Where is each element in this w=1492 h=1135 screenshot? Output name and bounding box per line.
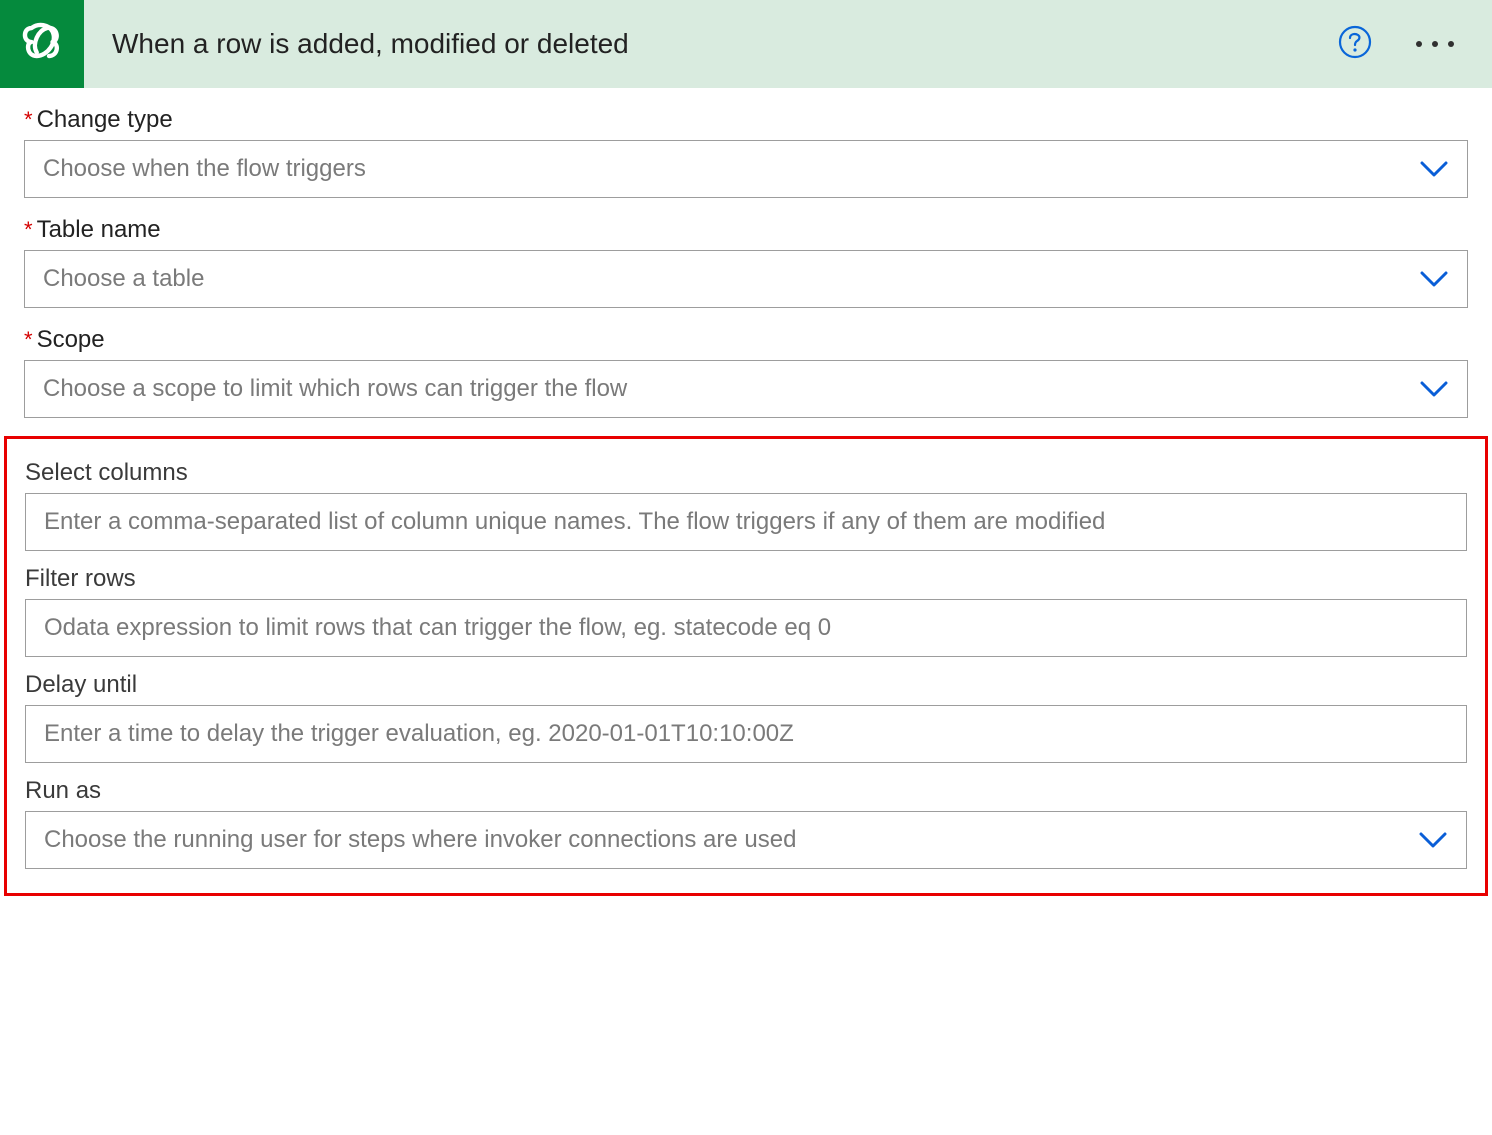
run-as-select[interactable]: Choose the running user for steps where … <box>25 811 1467 869</box>
delay-until-input[interactable]: Enter a time to delay the trigger evalua… <box>25 705 1467 763</box>
table-name-select[interactable]: Choose a table <box>24 250 1468 308</box>
more-dot-icon <box>1432 41 1438 47</box>
required-star-icon: * <box>24 327 33 353</box>
select-columns-label: Select columns <box>25 459 188 487</box>
field-label: * Table name <box>24 216 1468 244</box>
form-body: * Change type Choose when the flow trigg… <box>0 88 1492 896</box>
help-icon <box>1338 25 1372 64</box>
field-select-columns: Select columns Enter a comma-separated l… <box>25 445 1467 551</box>
scope-placeholder: Choose a scope to limit which rows can t… <box>43 375 1419 403</box>
chevron-down-icon <box>1419 154 1449 184</box>
highlighted-optional-section: Select columns Enter a comma-separated l… <box>4 436 1488 896</box>
delay-until-placeholder: Enter a time to delay the trigger evalua… <box>44 720 1448 748</box>
trigger-title: When a row is added, modified or deleted <box>84 28 1338 60</box>
more-dot-icon <box>1448 41 1454 47</box>
select-columns-placeholder: Enter a comma-separated list of column u… <box>44 508 1448 536</box>
change-type-placeholder: Choose when the flow triggers <box>43 155 1419 183</box>
field-delay-until: Delay until Enter a time to delay the tr… <box>25 657 1467 763</box>
field-label: Delay until <box>25 671 1467 699</box>
filter-rows-input[interactable]: Odata expression to limit rows that can … <box>25 599 1467 657</box>
table-name-placeholder: Choose a table <box>43 265 1419 293</box>
run-as-placeholder: Choose the running user for steps where … <box>44 826 1418 854</box>
field-scope: * Scope Choose a scope to limit which ro… <box>0 308 1492 418</box>
field-label: Run as <box>25 777 1467 805</box>
field-filter-rows: Filter rows Odata expression to limit ro… <box>25 551 1467 657</box>
change-type-select[interactable]: Choose when the flow triggers <box>24 140 1468 198</box>
scope-select[interactable]: Choose a scope to limit which rows can t… <box>24 360 1468 418</box>
run-as-label: Run as <box>25 777 101 805</box>
required-star-icon: * <box>24 107 33 133</box>
chevron-down-icon <box>1419 264 1449 294</box>
chevron-down-icon <box>1419 374 1449 404</box>
filter-rows-placeholder: Odata expression to limit rows that can … <box>44 614 1448 642</box>
field-label: * Change type <box>24 106 1468 134</box>
delay-until-label: Delay until <box>25 671 137 699</box>
filter-rows-label: Filter rows <box>25 565 136 593</box>
more-menu-button[interactable] <box>1408 33 1462 55</box>
chevron-down-icon <box>1418 825 1448 855</box>
field-label: Filter rows <box>25 565 1467 593</box>
table-name-label: Table name <box>37 216 161 244</box>
required-star-icon: * <box>24 217 33 243</box>
select-columns-input[interactable]: Enter a comma-separated list of column u… <box>25 493 1467 551</box>
field-label: * Scope <box>24 326 1468 354</box>
change-type-label: Change type <box>37 106 173 134</box>
field-change-type: * Change type Choose when the flow trigg… <box>0 88 1492 198</box>
trigger-header: When a row is added, modified or deleted <box>0 0 1492 88</box>
dataverse-logo-box <box>0 0 84 88</box>
field-label: Select columns <box>25 459 1467 487</box>
header-actions <box>1338 27 1492 61</box>
field-table-name: * Table name Choose a table <box>0 198 1492 308</box>
field-run-as: Run as Choose the running user for steps… <box>25 763 1467 869</box>
dataverse-logo-icon <box>14 14 70 75</box>
help-button[interactable] <box>1338 27 1372 61</box>
more-dot-icon <box>1416 41 1422 47</box>
scope-label: Scope <box>37 326 105 354</box>
